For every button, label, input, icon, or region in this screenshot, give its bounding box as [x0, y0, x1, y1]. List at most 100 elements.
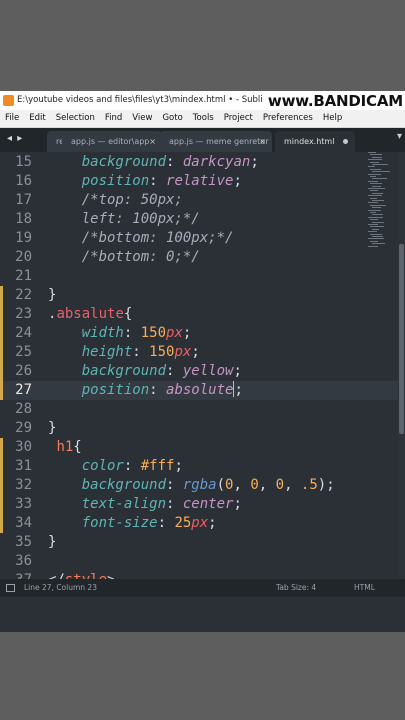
minimap-line — [370, 161, 379, 163]
code-token: rgba — [182, 477, 217, 493]
unsaved-dot-icon[interactable] — [343, 139, 348, 144]
code-line[interactable]: left: 100px;*/ — [48, 210, 200, 229]
code-token: 0 — [275, 477, 285, 493]
scrollbar-thumb[interactable] — [399, 244, 404, 434]
code-token: : — [157, 515, 175, 531]
code-line[interactable]: height: 150px; — [48, 343, 200, 362]
code-line[interactable]: } — [48, 419, 56, 438]
code-token: px — [191, 515, 209, 531]
code-line[interactable]: width: 150px; — [48, 324, 192, 343]
minimap-line — [368, 231, 377, 233]
tab-label: app.js — meme genretor — [169, 137, 269, 146]
minimap-line — [372, 178, 387, 180]
menu-preferences[interactable]: Preferences — [258, 110, 318, 127]
code-token: darkcyan — [182, 154, 251, 170]
code-line[interactable]: font-size: 25px; — [48, 514, 217, 533]
code-line[interactable]: background: yellow; — [48, 362, 242, 381]
minimap-line — [372, 243, 385, 245]
code-line[interactable]: /*bottom: 0;*/ — [48, 248, 200, 267]
minimap-line — [368, 202, 378, 204]
menu-file[interactable]: File — [0, 110, 24, 127]
line-number: 21 — [15, 268, 32, 284]
code-token: /*bottom: 0;*/ — [48, 249, 200, 265]
modified-line-marker — [0, 457, 3, 476]
tab-mindex-html[interactable]: mindex.html — [275, 131, 355, 152]
minimap[interactable] — [368, 152, 398, 252]
code-line[interactable]: } — [48, 286, 56, 305]
menu-edit[interactable]: Edit — [24, 110, 50, 127]
modified-line-marker — [0, 324, 3, 343]
code-token: 150 — [140, 325, 167, 341]
code-token: : — [149, 173, 167, 189]
line-number: 24 — [15, 325, 32, 341]
menu-selection[interactable]: Selection — [51, 110, 100, 127]
code-token: ; — [182, 325, 192, 341]
code-token: ); — [317, 477, 335, 493]
code-token: style — [65, 572, 107, 579]
code-line[interactable]: background: rgba(0, 0, 0, .5); — [48, 476, 335, 495]
code-token: /*bottom: 100px;*/ — [48, 230, 234, 246]
code-token: } — [48, 420, 57, 436]
menu-view[interactable]: View — [127, 110, 157, 127]
line-number: 19 — [15, 230, 32, 246]
line-number: 15 — [15, 154, 32, 170]
code-line[interactable]: position: absolute; — [48, 381, 243, 400]
modified-line-marker — [0, 495, 3, 514]
code-line[interactable]: /*top: 50px; — [48, 191, 183, 210]
code-editor[interactable]: 15 16 17 18 19 20 21 22 23 24 25 26 27 28 29 30 31 32 33 34… — [0, 152, 405, 579]
modified-line-marker — [0, 438, 3, 457]
line-number: 25 — [15, 344, 32, 360]
tab-list-dropdown-icon[interactable]: ▾ — [397, 131, 402, 142]
minimap-line — [370, 219, 378, 221]
line-number: 26 — [15, 363, 32, 379]
panel-toggle-icon[interactable] — [6, 584, 15, 592]
line-number: 37 — [0, 571, 32, 579]
vertical-scrollbar[interactable] — [398, 152, 405, 579]
minimap-line — [372, 185, 381, 187]
cursor-position[interactable]: Line 27, Column 23 — [24, 579, 97, 597]
code-token: #fff — [140, 458, 175, 474]
code-line[interactable]: text-align: center; — [48, 495, 242, 514]
line-number: 27 — [15, 382, 32, 398]
modified-line-marker — [0, 362, 3, 381]
minimap-line — [368, 188, 385, 189]
close-icon[interactable]: × — [149, 131, 156, 152]
code-line[interactable]: h1{ — [48, 438, 81, 457]
menu-project[interactable]: Project — [219, 110, 258, 127]
code-line[interactable]: .absalute{ — [48, 305, 132, 324]
minimap-line — [372, 156, 382, 158]
menu-bar: File Edit Selection Find View Goto Tools Projec… — [0, 110, 405, 128]
modified-line-marker — [0, 305, 3, 324]
bandicam-watermark: www.BANDICAM — [261, 91, 405, 110]
code-line[interactable]: } — [48, 533, 56, 552]
code-token: text-align — [81, 496, 167, 512]
code-line[interactable]: position: relative; — [48, 172, 242, 191]
close-icon[interactable]: × — [259, 131, 266, 152]
code-token: /*top: 50px; — [48, 192, 183, 208]
syntax-selector[interactable]: HTML — [354, 579, 375, 597]
code-token: .5 — [300, 477, 318, 493]
line-number: 18 — [15, 211, 32, 227]
code-token: px — [166, 325, 183, 341]
menu-tools[interactable]: Tools — [188, 110, 219, 127]
tab-size-setting[interactable]: Tab Size: 4 — [276, 579, 316, 597]
menu-goto[interactable]: Goto — [157, 110, 187, 127]
line-number: 16 — [15, 173, 32, 189]
menu-find[interactable]: Find — [100, 110, 127, 127]
minimap-line — [368, 224, 378, 225]
line-number: 20 — [15, 249, 32, 265]
code-line[interactable]: background: darkcyan; — [48, 153, 259, 172]
menu-help[interactable]: Help — [318, 110, 347, 127]
code-line[interactable]: </style> — [48, 571, 115, 579]
tab-app-editor[interactable]: app.js — editor\app × — [62, 131, 162, 152]
code-line[interactable]: /*bottom: 100px;*/ — [48, 229, 234, 248]
tab-label: app.js — editor\app — [71, 137, 150, 146]
tab-app-meme[interactable]: app.js — meme genretor × — [160, 131, 272, 152]
code-token: : — [166, 477, 183, 493]
code-token: 0 — [250, 477, 259, 493]
tab-nav-arrows-icon[interactable]: ◂ ▸ — [7, 133, 23, 144]
code-line[interactable]: color: #fff; — [48, 457, 183, 476]
line-number: 36 — [15, 553, 32, 569]
